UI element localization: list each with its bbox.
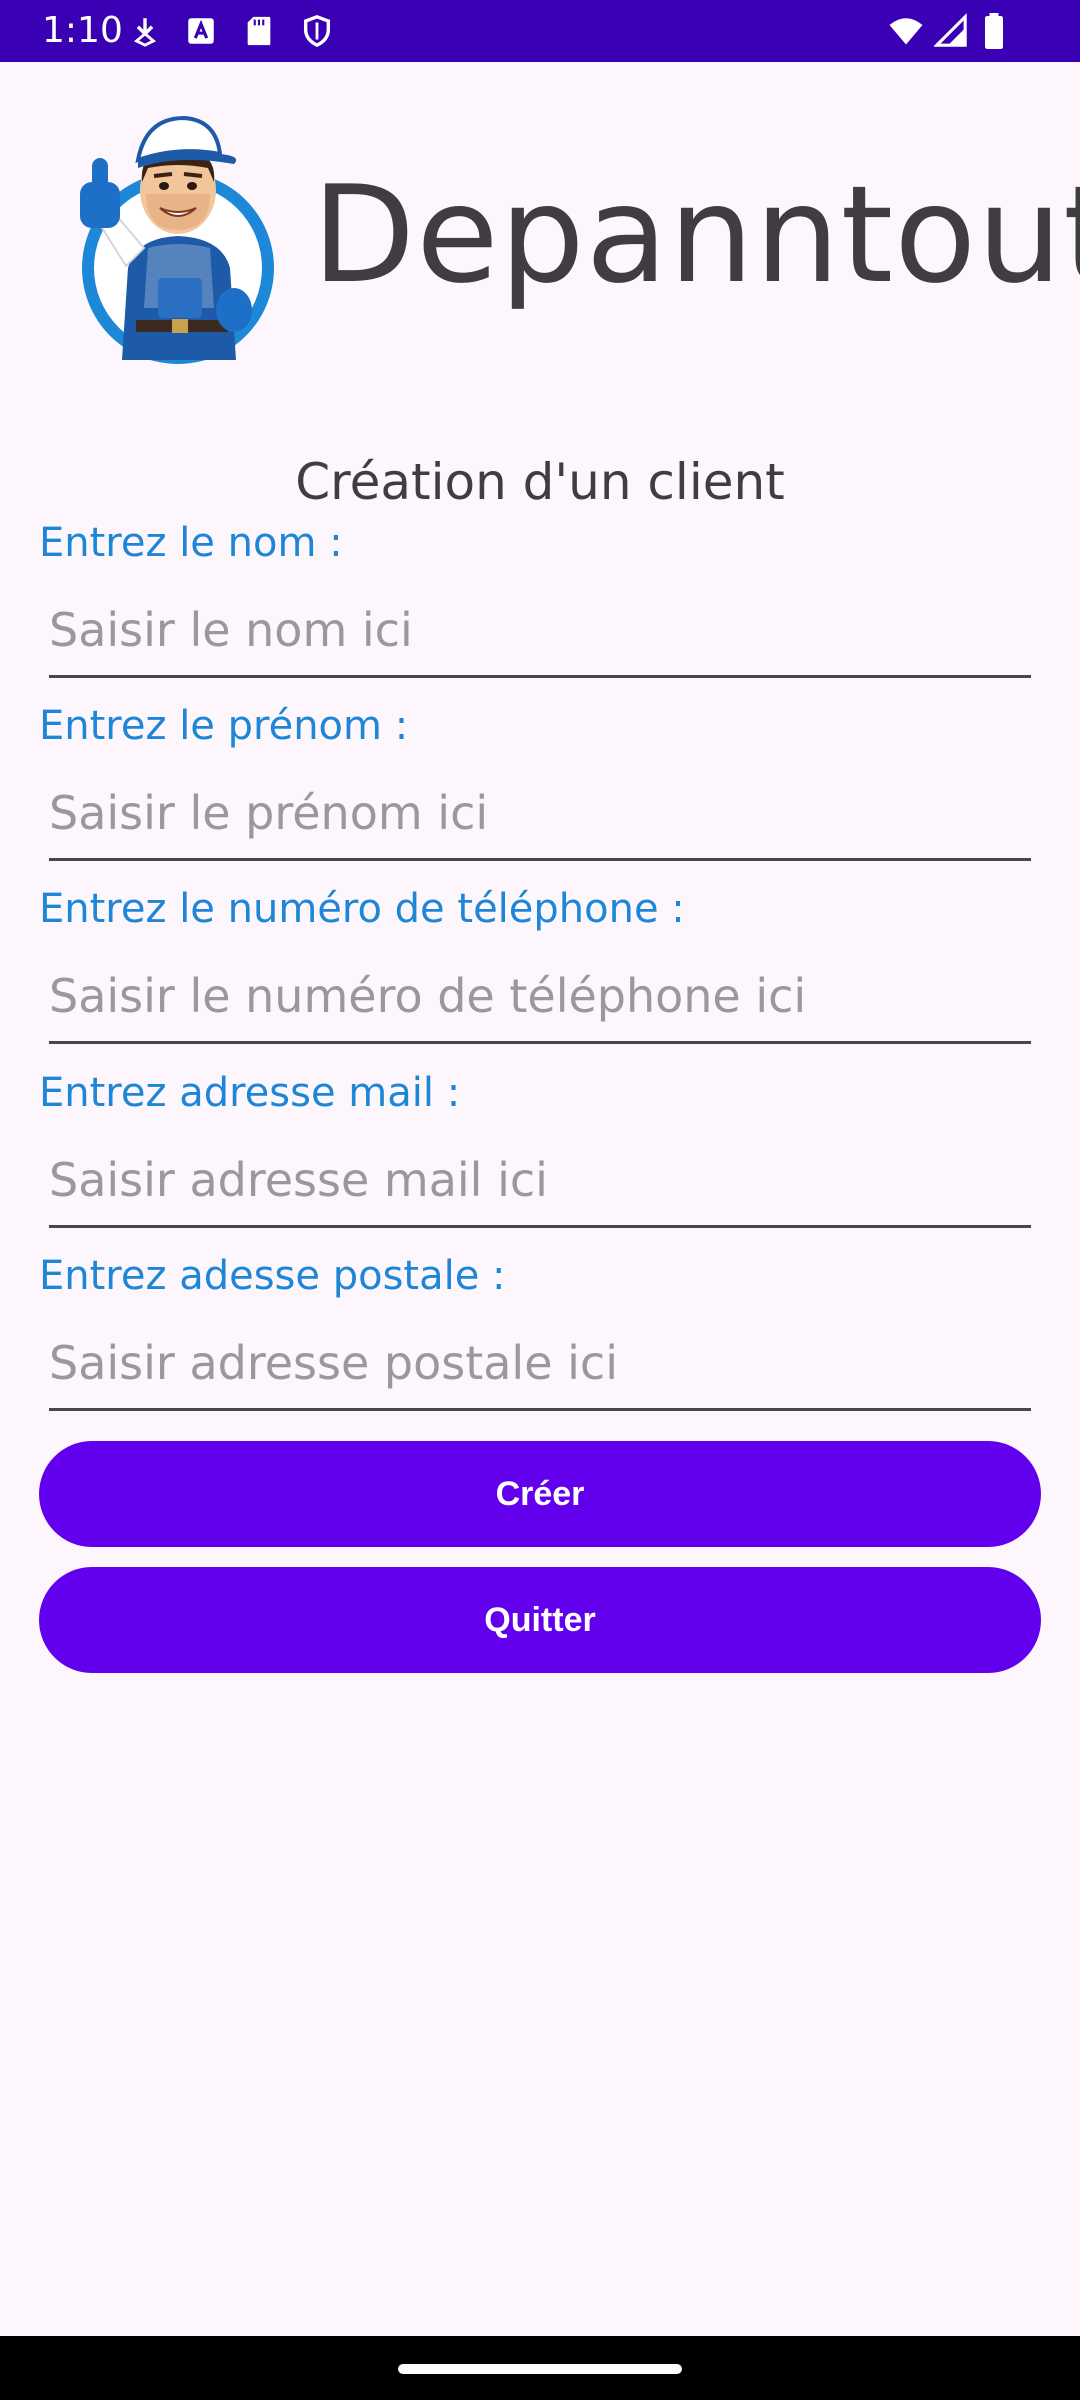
name-input[interactable] (49, 584, 1031, 678)
status-time: 1:10 (42, 10, 123, 51)
first-name-label: Entrez le prénom : (39, 703, 409, 749)
status-bar: 1:10 (0, 0, 1080, 62)
repairman-mascot-logo (66, 98, 282, 370)
form-title: Création d'un client (295, 453, 785, 511)
download-arrow-icon (128, 13, 162, 49)
quit-button[interactable]: Quitter (39, 1567, 1041, 1673)
shield-icon (300, 13, 334, 49)
battery-icon (980, 13, 1008, 49)
first-name-input[interactable] (49, 767, 1031, 861)
email-input[interactable] (49, 1134, 1031, 1228)
phone-label: Entrez le numéro de téléphone : (39, 886, 685, 932)
create-button[interactable]: Créer (39, 1441, 1041, 1547)
name-label: Entrez le nom : (39, 520, 343, 566)
home-gesture-handle[interactable] (398, 2364, 682, 2374)
phone-input[interactable] (49, 950, 1031, 1044)
email-label: Entrez adresse mail : (39, 1070, 461, 1116)
text-a-icon (184, 13, 218, 49)
signal-icon (934, 13, 968, 49)
app-title: Depanntout (312, 157, 1080, 313)
postal-address-input[interactable] (49, 1317, 1031, 1411)
navigation-bar (0, 2336, 1080, 2400)
wifi-icon (886, 13, 926, 49)
sd-card-icon (242, 13, 276, 49)
postal-address-label: Entrez adesse postale : (39, 1253, 506, 1299)
